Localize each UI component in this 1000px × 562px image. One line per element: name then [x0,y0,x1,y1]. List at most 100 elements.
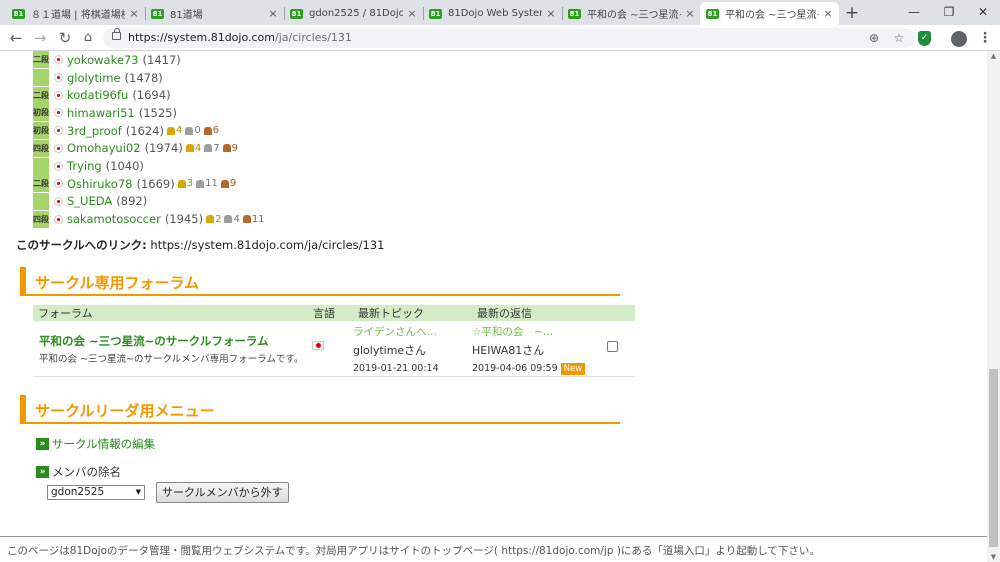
member-select[interactable]: gdon2525 ▼ [47,485,145,500]
remove-member-button[interactable]: サークルメンバから外す [156,482,289,503]
browser-tab[interactable]: 81 平和の会 ~三つ星流~ / 8 × [562,2,701,25]
silver-medal: 7 [204,142,220,154]
latest-reply-date-line: 2019-04-06 09:59 New [472,363,605,375]
browser-tab[interactable]: 81 gdon2525 / 81Dojo We × [284,2,423,25]
col-header-select [605,305,635,321]
forum-name-link[interactable]: 平和の会 ~三つ星流~のサークルフォーラム [39,333,308,349]
page-scrollbar[interactable]: ▲ ▼ [987,51,1000,562]
medal-count: 0 [194,125,201,137]
member-rating: (1478) [124,70,163,85]
close-icon[interactable]: × [546,7,556,20]
reload-icon[interactable]: ↻ [55,28,75,48]
remove-member-label: メンバの除名 [52,465,121,479]
bronze-medal-icon [222,144,231,153]
col-header-latest-reply: 最新の返信 [472,305,605,321]
medal-count: 6 [212,125,220,137]
medal-count: 11 [205,178,218,190]
scroll-down-icon[interactable]: ▼ [989,552,998,562]
browser-tab-bar: 81 ８１道場 | 将棋道場検 × 81 81道場 × 81 gdon2525 / 81D… [0,0,1000,25]
member-name-link[interactable]: Omohayui02 [67,141,141,155]
latest-reply-link[interactable]: ☆平和の会 ~… [472,324,605,339]
medal-count: 4 [194,142,202,154]
rank-badge-icon [33,192,49,210]
list-item: 初段 himawari51 (1525) [33,104,177,122]
circle-link-url[interactable]: https://system.81dojo.com/ja/circles/131 [147,238,384,252]
rank-badge-icon [33,157,49,175]
member-name-link[interactable]: 3rd_proof [67,124,122,138]
close-icon[interactable]: × [823,7,833,20]
member-rating: (1694) [132,88,171,103]
scroll-up-icon[interactable]: ▲ [989,51,998,61]
edit-circle-info-link[interactable]: » サークル情報の編集 [36,436,155,452]
member-name-link[interactable]: himawari51 [67,106,135,120]
bookmark-star-icon[interactable]: ☆ [891,30,907,46]
edit-circle-info-label: サークル情報の編集 [52,437,156,451]
browser-tab[interactable]: 81 ８１道場 | 将棋道場検 × [6,2,145,25]
lock-icon [112,28,121,40]
silver-medal-icon [185,126,194,135]
bronze-medal: 9 [222,143,238,154]
scrollbar-thumb[interactable] [989,369,998,547]
forward-arrow-icon[interactable]: → [30,28,50,48]
bronze-medal: 9 [220,178,236,189]
medal-count: 4 [233,213,240,225]
browser-tab[interactable]: 81 81道場 × [145,2,284,25]
forum-section-title: サークル専用フォーラム [35,274,200,292]
more-menu-icon[interactable]: ⋮ [976,29,994,47]
page-footer: このページは81Dojoのデータ管理・閲覧用ウェブシステムです。対局用アプリはサ… [0,536,987,562]
section-accent-bar [20,267,26,296]
leader-section-header: サークルリーダ用メニュー [20,395,620,424]
gold-medal: 4 [185,142,202,154]
latest-topic-user: glolytimeさん [353,344,427,357]
member-name-link[interactable]: kodati96fu [67,88,128,102]
forum-table: フォーラム 言語 最新トピック 最新の返信 平和の会 ~三つ星流~のサークルフォ… [33,305,635,377]
member-rating: (1040) [105,159,144,174]
new-tab-button[interactable]: + [842,3,862,23]
latest-topic-link[interactable]: ライデンさんへ… [353,324,472,339]
minimize-button[interactable]: — [897,0,931,25]
forum-checkbox[interactable] [607,341,618,352]
member-rating: (1417) [142,52,181,67]
japan-flag-icon [54,90,63,100]
back-arrow-icon[interactable]: ← [6,28,26,48]
section-accent-bar [20,395,26,424]
restore-button[interactable]: ❐ [932,0,966,25]
double-chevron-right-icon: » [36,438,49,450]
member-name-link[interactable]: yokowake73 [67,53,139,67]
close-icon[interactable]: × [268,7,278,20]
silver-medal-icon [224,215,233,224]
latest-reply-cell: ☆平和の会 ~… HEIWA81さん 2019-04-06 09:59 New [472,321,605,377]
shield-extension-icon[interactable]: ✓ [918,31,931,46]
footer-text: このページは81Dojoのデータ管理・閲覧用ウェブシステムです。対局用アプリはサ… [7,545,820,557]
81dojo-icon: 81 [290,8,303,19]
browser-tab[interactable]: 81 81Dojo Web System × [423,2,562,25]
81dojo-icon: 81 [706,8,719,19]
close-icon[interactable]: × [129,7,139,20]
member-rating: (1945) [164,212,204,227]
zoom-icon[interactable]: ⊕ [866,30,882,46]
list-item: 二段 kodati96fu (1694) [33,86,171,104]
browser-tab-active[interactable]: 81 平和の会 ~三つ星流~ / 8 × [700,2,839,25]
member-rating: (1525) [138,105,177,120]
latest-reply-user: HEIWA81さん [472,344,545,357]
list-item: 四段 Omohayui02 (1974) 4 7 9 [33,139,238,158]
medal-count: 7 [213,142,220,154]
latest-topic-date: 2019-01-21 00:14 [353,363,439,374]
member-name-link[interactable]: Oshiruko78 [67,177,132,191]
close-icon[interactable]: × [685,7,695,20]
window-close-button[interactable]: ✕ [966,0,1000,25]
bronze-medal: 6 [203,125,220,137]
home-icon[interactable]: ⌂ [78,28,98,48]
url-input[interactable]: https://system.81dojo.com/ja/circles/131… [103,28,915,48]
81dojo-icon: 81 [151,8,164,19]
gold-medal-icon [177,179,186,188]
japan-flag-icon [54,126,63,136]
member-name-link[interactable]: sakamotosoccer [67,212,161,226]
profile-avatar-icon[interactable] [951,31,967,47]
member-name-link[interactable]: Trying [67,159,102,173]
member-name-link[interactable]: S_UEDA [67,194,112,208]
close-icon[interactable]: × [407,7,417,20]
silver-medal: 11 [196,178,218,189]
medal-count: 2 [215,213,222,225]
member-name-link[interactable]: glolytime [67,71,121,85]
